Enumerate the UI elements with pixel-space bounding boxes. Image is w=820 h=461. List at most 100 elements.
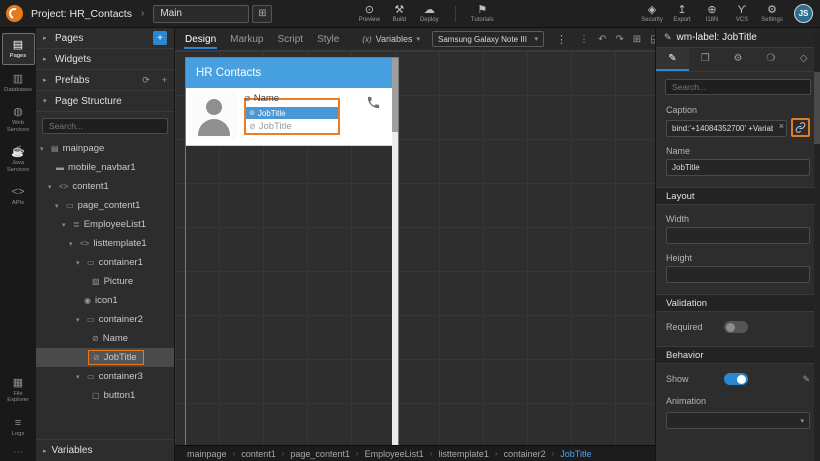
device-selector[interactable]: Samsung Galaxy Note III ▾ xyxy=(432,31,544,47)
preview-button[interactable]: ⊙ Preview xyxy=(354,4,384,23)
tab-advanced[interactable]: ⚙ xyxy=(722,48,755,71)
caret-down-icon[interactable]: ▾ xyxy=(76,316,83,324)
rail-item-java-services[interactable]: ☕ Java Services xyxy=(2,140,35,178)
properties-scrollbar[interactable] xyxy=(814,28,820,461)
breadcrumb-item[interactable]: EmployeeList1 xyxy=(365,449,424,459)
section-variables[interactable]: ▸ Variables xyxy=(36,439,174,461)
breadcrumb-item[interactable]: container2 xyxy=(504,449,546,459)
main-page-tab[interactable]: Main xyxy=(153,4,250,23)
section-prefabs[interactable]: ▸ Prefabs ⟳ + xyxy=(36,70,174,91)
redo-icon[interactable]: ↷ xyxy=(615,34,623,45)
tree-item-container2[interactable]: ▾ ▭ container2 xyxy=(36,310,174,329)
employee-list-item[interactable]: ⊘ Name ⊘ JobTitle ⊘ JobTitle xyxy=(186,88,392,146)
i18n-button[interactable]: ⊕ I18N xyxy=(697,4,727,23)
phone-scrollbar-thumb[interactable] xyxy=(392,58,398,132)
name-input[interactable] xyxy=(666,159,810,176)
phone-scrollbar[interactable] xyxy=(392,58,398,445)
required-toggle[interactable] xyxy=(724,321,748,333)
bind-property-button[interactable] xyxy=(791,118,810,137)
animation-select[interactable]: ▾ xyxy=(666,412,810,429)
tab-design[interactable]: Design xyxy=(184,30,218,49)
rail-item-databases[interactable]: ▥ Databases xyxy=(2,67,35,99)
picture-icon: ▨ xyxy=(92,277,100,286)
caret-down-icon[interactable]: ▾ xyxy=(62,221,69,229)
grid-toggle-icon[interactable]: ⊞ xyxy=(633,34,641,45)
caret-down-icon[interactable]: ▾ xyxy=(69,240,76,248)
jobtitle-label-widget[interactable]: ⊘ JobTitle xyxy=(246,119,338,133)
tree-item-content1[interactable]: ▾ <> content1 xyxy=(36,177,174,196)
undo-icon[interactable]: ↶ xyxy=(598,34,606,45)
tutorials-button[interactable]: ⚑ Tutorials xyxy=(467,4,497,23)
caret-down-icon[interactable]: ▾ xyxy=(55,202,62,210)
canvas-more-menu-icon[interactable]: ⋮ xyxy=(579,34,589,45)
deploy-button[interactable]: ☁ Deploy xyxy=(414,4,444,23)
bind-show-icon[interactable]: ✎ xyxy=(802,374,810,385)
rail-more-button[interactable]: ⋯ xyxy=(13,444,23,461)
rail-item-web-services[interactable]: ◍ Web Services xyxy=(2,100,35,138)
vcs-button[interactable]: Ƴ VCS xyxy=(727,4,757,23)
layout-section-header[interactable]: Layout xyxy=(656,187,820,205)
tree-item-icon1[interactable]: ◉ icon1 xyxy=(36,291,174,310)
tree-item-container3[interactable]: ▾ ▭ container3 xyxy=(36,367,174,386)
page-structure-search-input[interactable] xyxy=(42,118,168,134)
validation-section-header[interactable]: Validation xyxy=(656,294,820,312)
tab-markup[interactable]: Markup xyxy=(229,30,264,49)
call-button[interactable] xyxy=(366,92,388,141)
export-button[interactable]: ↥ Export xyxy=(667,4,697,23)
refresh-prefabs-icon[interactable]: ⟳ xyxy=(142,75,150,86)
breadcrumb-item-active[interactable]: JobTitle xyxy=(560,449,591,459)
caption-input[interactable] xyxy=(666,120,787,137)
breadcrumb-item[interactable]: page_content1 xyxy=(290,449,350,459)
settings-button[interactable]: ⚙ Settings xyxy=(757,4,787,23)
tree-item-mainpage[interactable]: ▾ ▤ mainpage xyxy=(36,139,174,158)
caret-down-icon[interactable]: ▾ xyxy=(48,183,55,191)
tree-item-name[interactable]: ⊘ Name xyxy=(36,329,174,348)
tree-item-jobtitle-selected[interactable]: ⊘ JobTitle xyxy=(36,348,174,367)
caret-down-icon[interactable]: ▾ xyxy=(76,373,83,381)
tree-item-mobile-navbar1[interactable]: ▬ mobile_navbar1 xyxy=(36,158,174,177)
java-services-icon: ☕ xyxy=(11,146,25,158)
rail-item-pages[interactable]: ▤ Pages xyxy=(1,33,35,65)
breadcrumb-item[interactable]: content1 xyxy=(241,449,276,459)
rail-item-file-explorer[interactable]: ▦ File Explorer xyxy=(2,371,35,409)
width-input[interactable] xyxy=(666,227,810,244)
rail-item-logs[interactable]: ≡ Logs xyxy=(2,411,35,443)
variables-dropdown[interactable]: (x) Variables ▾ xyxy=(362,34,420,44)
clear-binding-icon[interactable]: × xyxy=(779,121,784,131)
tab-events[interactable]: ❍ xyxy=(754,48,787,71)
tab-styles[interactable]: ❒ xyxy=(689,48,722,71)
add-page-button[interactable]: + xyxy=(153,31,167,45)
device-options-menu-icon[interactable]: ⋮ xyxy=(556,33,567,46)
tree-item-picture[interactable]: ▨ Picture xyxy=(36,272,174,291)
tree-item-listtemplate1[interactable]: ▾ <> listtemplate1 xyxy=(36,234,174,253)
tab-script[interactable]: Script xyxy=(277,30,305,49)
tab-properties[interactable]: ✎ xyxy=(656,48,689,71)
breadcrumb-item[interactable]: listtemplate1 xyxy=(438,449,489,459)
properties-search-input[interactable] xyxy=(665,79,811,95)
section-page-structure[interactable]: ▾ Page Structure xyxy=(36,91,174,112)
build-button[interactable]: ⚒ Build xyxy=(384,4,414,23)
section-pages[interactable]: ▸ Pages + xyxy=(36,28,174,49)
add-prefab-icon[interactable]: + xyxy=(162,75,167,85)
height-input[interactable] xyxy=(666,266,810,283)
tree-item-page-content1[interactable]: ▾ ▭ page_content1 xyxy=(36,196,174,215)
properties-scrollbar-thumb[interactable] xyxy=(814,72,820,144)
jobtitle-widget-selected[interactable]: ⊘ JobTitle xyxy=(246,107,338,119)
canvas-grid-area[interactable]: HR Contacts ⊘ Name ⊘ JobTitle ⊘ JobTitle xyxy=(175,51,655,445)
phone-page-header[interactable]: HR Contacts xyxy=(186,58,392,88)
user-avatar[interactable]: JS xyxy=(794,4,813,23)
security-button[interactable]: ◈ Security xyxy=(637,4,667,23)
employee-picture-placeholder[interactable] xyxy=(190,92,237,139)
rail-item-apis[interactable]: <> APIs xyxy=(2,180,35,212)
page-switcher-button[interactable]: ⊞ xyxy=(252,4,273,23)
tree-item-button1[interactable]: ▢ button1 xyxy=(36,386,174,405)
tab-style[interactable]: Style xyxy=(316,30,340,49)
behavior-section-header[interactable]: Behavior xyxy=(656,346,820,364)
caret-down-icon[interactable]: ▾ xyxy=(76,259,83,267)
section-widgets[interactable]: ▸ Widgets xyxy=(36,49,174,70)
caret-down-icon[interactable]: ▾ xyxy=(40,145,47,153)
tree-item-container1[interactable]: ▾ ▭ container1 xyxy=(36,253,174,272)
breadcrumb-item[interactable]: mainpage xyxy=(187,449,227,459)
tree-item-employeelist1[interactable]: ▾ ≣ EmployeeList1 xyxy=(36,215,174,234)
show-toggle[interactable] xyxy=(724,373,748,385)
